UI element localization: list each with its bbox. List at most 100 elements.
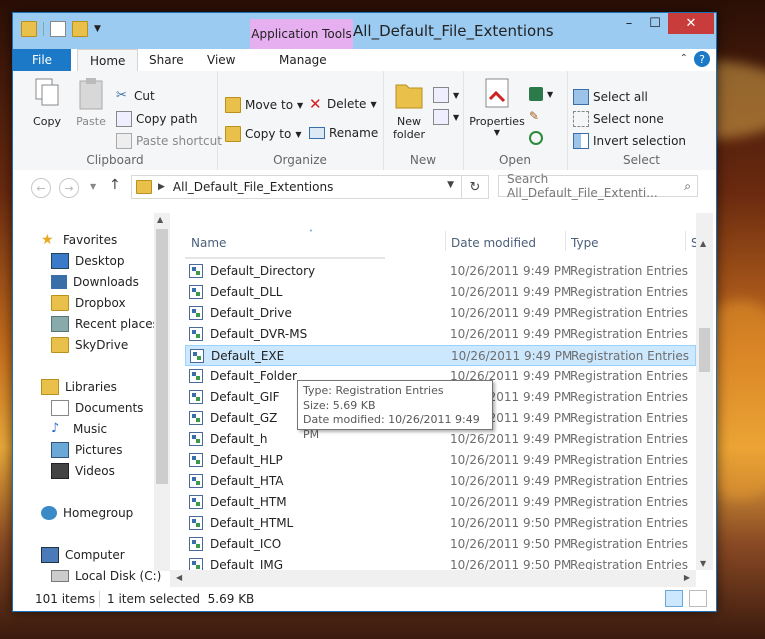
properties-button[interactable]: Properties ▼ xyxy=(469,77,525,137)
maximize-button[interactable]: ☐ xyxy=(642,13,668,34)
table-row[interactable]: Default_Drive 10/26/2011 9:49 PM Registrat… xyxy=(185,303,696,324)
table-row[interactable]: Default_ICO 10/26/2011 9:50 PM Registratio… xyxy=(185,534,696,555)
table-row[interactable]: Default_HTA 10/26/2011 9:49 PM Registratio… xyxy=(185,471,696,492)
select-none-button[interactable]: Select none xyxy=(573,111,664,127)
paste-button[interactable]: Paste xyxy=(69,77,113,128)
copy-button[interactable]: Copy xyxy=(25,77,69,128)
scroll-down-icon[interactable]: ▼ xyxy=(700,559,706,568)
table-row[interactable]: Default_HTM 10/26/2011 9:49 PM Registratio… xyxy=(185,492,696,513)
nav-desktop[interactable]: Desktop xyxy=(51,250,125,271)
registry-file-icon xyxy=(189,495,203,509)
open-button[interactable]: ▼ xyxy=(529,87,553,101)
tab-share[interactable]: Share xyxy=(149,49,184,71)
nav-libraries[interactable]: Libraries xyxy=(41,376,117,397)
invert-selection-button[interactable]: Invert selection xyxy=(573,133,686,149)
column-type[interactable]: Type xyxy=(571,231,599,255)
search-input[interactable]: Search All_Default_File_Extenti... ⌕ xyxy=(498,172,698,200)
tab-home[interactable]: Home xyxy=(77,49,139,73)
scissors-icon: ✂ xyxy=(116,88,127,103)
paste-shortcut-icon xyxy=(116,133,132,149)
nav-videos[interactable]: Videos xyxy=(51,460,115,481)
large-icons-view-button[interactable] xyxy=(689,590,707,607)
rename-button[interactable]: Rename xyxy=(309,126,378,140)
table-row[interactable]: Default_Directory 10/26/2011 9:49 PM Regis… xyxy=(185,261,696,282)
paste-shortcut-button[interactable]: Paste shortcut xyxy=(116,133,222,149)
new-folder-button[interactable]: New folder xyxy=(387,77,431,141)
select-group-label: Select xyxy=(622,153,661,167)
table-row[interactable]: Default_HLP 10/26/2011 9:49 PM Registratio… xyxy=(185,450,696,471)
history-button[interactable] xyxy=(529,131,543,145)
copy-to-button[interactable]: Copy to ▼ xyxy=(225,126,301,142)
file-date: 10/26/2011 9:50 PM xyxy=(450,537,572,551)
nav-music[interactable]: ♪ Music xyxy=(51,418,107,439)
breadcrumb[interactable]: All_Default_File_Extentions xyxy=(173,180,333,194)
nav-homegroup[interactable]: Homegroup xyxy=(41,502,133,523)
tab-file[interactable]: File xyxy=(13,49,71,71)
new-folder-icon[interactable] xyxy=(72,21,88,37)
back-button[interactable]: ← xyxy=(31,178,51,198)
nav-computer[interactable]: Computer xyxy=(41,544,125,565)
column-separator[interactable] xyxy=(565,231,566,251)
nav-skydrive[interactable]: SkyDrive xyxy=(51,334,128,355)
horizontal-scrollbar[interactable]: ◀ ▶ xyxy=(170,570,696,587)
chevron-down-icon[interactable]: ▼ xyxy=(94,22,104,36)
videos-icon xyxy=(51,462,69,479)
properties-icon[interactable] xyxy=(50,21,66,37)
cut-button[interactable]: ✂ Cut xyxy=(116,88,155,104)
registry-file-icon xyxy=(189,516,203,530)
move-to-button[interactable]: Move to ▼ xyxy=(225,97,303,113)
scrollbar-thumb[interactable] xyxy=(156,229,168,484)
help-button[interactable]: ? xyxy=(694,51,710,67)
table-row[interactable]: Default_EXE 10/26/2011 9:49 PM Registratio… xyxy=(185,345,696,366)
minimize-button[interactable]: – xyxy=(616,13,642,34)
chevron-up-icon[interactable]: ⌃ xyxy=(680,53,688,64)
nav-pane-scrollbar[interactable]: ▲ xyxy=(154,213,170,571)
nav-downloads[interactable]: Downloads xyxy=(51,271,139,292)
column-separator[interactable] xyxy=(445,231,446,251)
easy-access-button[interactable]: ▼ xyxy=(433,109,459,125)
refresh-button[interactable]: ↻ xyxy=(461,175,489,199)
file-list-scrollbar[interactable]: ▲ ▼ xyxy=(696,213,713,570)
nav-favorites[interactable]: ★ Favorites xyxy=(41,229,117,250)
open-group: Properties ▼ ▼ ✎ Open xyxy=(463,71,568,170)
new-item-button[interactable]: ▼ xyxy=(433,87,459,103)
rename-label: Rename xyxy=(329,126,379,140)
recent-locations-chevron-icon[interactable]: ▼ xyxy=(90,182,96,191)
breadcrumb-chevron-icon[interactable]: ▶ xyxy=(158,182,165,192)
column-name[interactable]: Name xyxy=(191,231,226,255)
select-all-button[interactable]: Select all xyxy=(573,89,648,105)
scrollbar-thumb[interactable] xyxy=(699,328,710,372)
registry-file-icon xyxy=(189,432,203,446)
column-separator[interactable] xyxy=(685,231,686,251)
scroll-up-icon[interactable]: ▲ xyxy=(157,215,163,224)
nav-recent-places[interactable]: Recent places xyxy=(51,313,159,334)
nav-pictures[interactable]: Pictures xyxy=(51,439,123,460)
scroll-right-icon[interactable]: ▶ xyxy=(684,573,690,582)
file-type: Registration Entries xyxy=(570,369,688,383)
details-view-button[interactable] xyxy=(665,590,683,607)
address-dropdown-icon[interactable]: ▼ xyxy=(447,180,454,190)
table-row[interactable]: Default_HTML 10/26/2011 9:50 PM Registrati… xyxy=(185,513,696,534)
address-bar[interactable]: ▶ All_Default_File_Extentions ▼ xyxy=(131,175,489,199)
table-row[interactable]: Default_DVR-MS 10/26/2011 9:49 PM Registra… xyxy=(185,324,696,345)
scroll-left-icon[interactable]: ◀ xyxy=(176,573,182,582)
table-row[interactable]: Default_DLL 10/26/2011 9:49 PM Registratio… xyxy=(185,282,696,303)
delete-button[interactable]: ✕ Delete ▼ xyxy=(309,97,377,112)
tab-manage[interactable]: Manage xyxy=(279,49,327,71)
edit-button[interactable]: ✎ xyxy=(529,109,543,123)
column-date-modified[interactable]: Date modified xyxy=(451,231,536,255)
file-name: Default_DVR-MS xyxy=(210,327,308,341)
folder-icon[interactable] xyxy=(21,21,37,37)
nav-dropbox[interactable]: Dropbox xyxy=(51,292,126,313)
new-group-label: New xyxy=(409,153,437,167)
tab-view[interactable]: View xyxy=(207,49,235,71)
up-arrow-icon[interactable]: ↑ xyxy=(109,177,121,193)
edit-pencil-icon: ✎ xyxy=(529,109,540,123)
nav-documents[interactable]: Documents xyxy=(51,397,143,418)
copy-path-button[interactable]: Copy path xyxy=(116,111,198,127)
forward-button[interactable]: → xyxy=(59,178,79,198)
close-button[interactable]: ✕ xyxy=(668,13,714,34)
scroll-up-icon[interactable]: ▲ xyxy=(700,239,706,248)
nav-local-disk[interactable]: Local Disk (C:) xyxy=(51,565,161,586)
table-row[interactable]: Default_IMG 10/26/2011 9:50 PM Registratio… xyxy=(185,555,696,570)
